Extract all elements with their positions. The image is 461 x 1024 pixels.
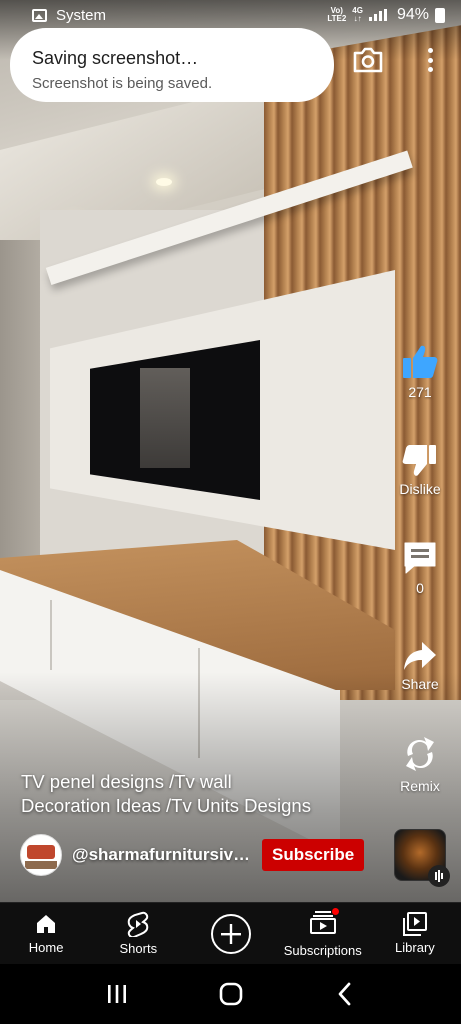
nav-subscriptions[interactable]: Subscriptions <box>277 903 369 964</box>
share-label: Share <box>401 676 439 692</box>
image-icon <box>32 8 47 22</box>
like-count: 271 <box>408 384 432 400</box>
nav-shorts-label: Shorts <box>119 941 158 956</box>
nav-shorts[interactable]: Shorts <box>92 903 184 964</box>
toast-subtitle: Screenshot is being saved. <box>32 75 213 92</box>
signal-icon <box>368 9 387 21</box>
remix-label: Remix <box>400 778 440 794</box>
nav-subscriptions-label: Subscriptions <box>283 942 362 958</box>
dislike-button[interactable]: Dislike <box>390 443 450 497</box>
share-button[interactable]: Share <box>390 640 450 692</box>
home-button[interactable] <box>218 981 244 1007</box>
toast-title: Saving screenshot… <box>32 48 199 68</box>
dot-icon <box>427 67 433 72</box>
data-arrows-icon: ↓↑ <box>353 14 362 23</box>
dislike-label: Dislike <box>399 481 441 497</box>
dot-icon <box>427 57 433 63</box>
subscribe-button[interactable]: Subscribe <box>262 839 365 871</box>
dot-icon <box>427 48 433 53</box>
status-bar: System Vo) LTE2 4G ↓↑ 94% <box>0 0 461 30</box>
status-indicators: Vo) LTE2 4G ↓↑ 94% <box>327 6 445 24</box>
nav-home-label: Home <box>28 940 64 955</box>
tv-reflection <box>140 368 190 468</box>
nav-library[interactable]: Library <box>369 903 461 964</box>
video-title-line1: TV penel designs /Tv wall <box>21 771 232 792</box>
remix-icon <box>406 737 434 771</box>
status-app-label: System <box>56 6 107 24</box>
add-icon <box>210 913 251 954</box>
screenshot-toast[interactable]: Saving screenshot… Screenshot is being s… <box>10 28 334 102</box>
library-icon <box>402 912 427 936</box>
recent-apps-button[interactable] <box>105 982 129 1006</box>
nav-home[interactable]: Home <box>0 903 92 964</box>
battery-percent: 94% <box>396 6 429 23</box>
bottom-nav: Home Shorts Subscriptions Library <box>0 902 461 964</box>
cabinet-divider <box>50 600 52 670</box>
share-icon <box>404 642 436 670</box>
comments-button[interactable]: 0 <box>390 540 450 596</box>
channel-row: @sharmafurnitursiv… Subscribe <box>20 834 365 876</box>
camera-icon <box>353 47 383 73</box>
more-options-button[interactable] <box>420 46 440 74</box>
home-icon <box>37 915 56 933</box>
thumbs-down-icon <box>402 445 436 476</box>
shorts-icon <box>128 911 149 937</box>
thumbs-up-icon <box>403 345 438 378</box>
camera-button[interactable] <box>352 46 384 74</box>
nav-create[interactable] <box>184 903 276 964</box>
comment-icon <box>404 542 436 574</box>
volte-indicator: Vo) LTE2 <box>327 7 346 23</box>
channel-name[interactable]: @sharmafurnitursiv… <box>72 845 248 865</box>
nav-library-label: Library <box>395 940 435 955</box>
system-nav-bar <box>0 964 461 1024</box>
subscriptions-icon-wrap <box>309 906 340 939</box>
back-button[interactable] <box>334 981 356 1007</box>
like-button[interactable]: 271 <box>390 344 450 400</box>
video-title-line2: Decoration Ideas /Tv Units Designs <box>21 795 311 816</box>
remix-button[interactable]: Remix <box>390 734 450 794</box>
sound-bars-icon <box>428 865 450 887</box>
volte-bottom: LTE2 <box>327 14 347 23</box>
notification-dot <box>330 906 340 916</box>
comments-count: 0 <box>416 580 424 596</box>
video-title[interactable]: TV penel designs /Tv wall Decoration Ide… <box>21 770 381 818</box>
battery-icon <box>435 7 445 23</box>
data-type-indicator: 4G ↓↑ <box>352 7 363 23</box>
channel-avatar[interactable] <box>20 834 62 876</box>
ceiling-light <box>156 178 172 186</box>
